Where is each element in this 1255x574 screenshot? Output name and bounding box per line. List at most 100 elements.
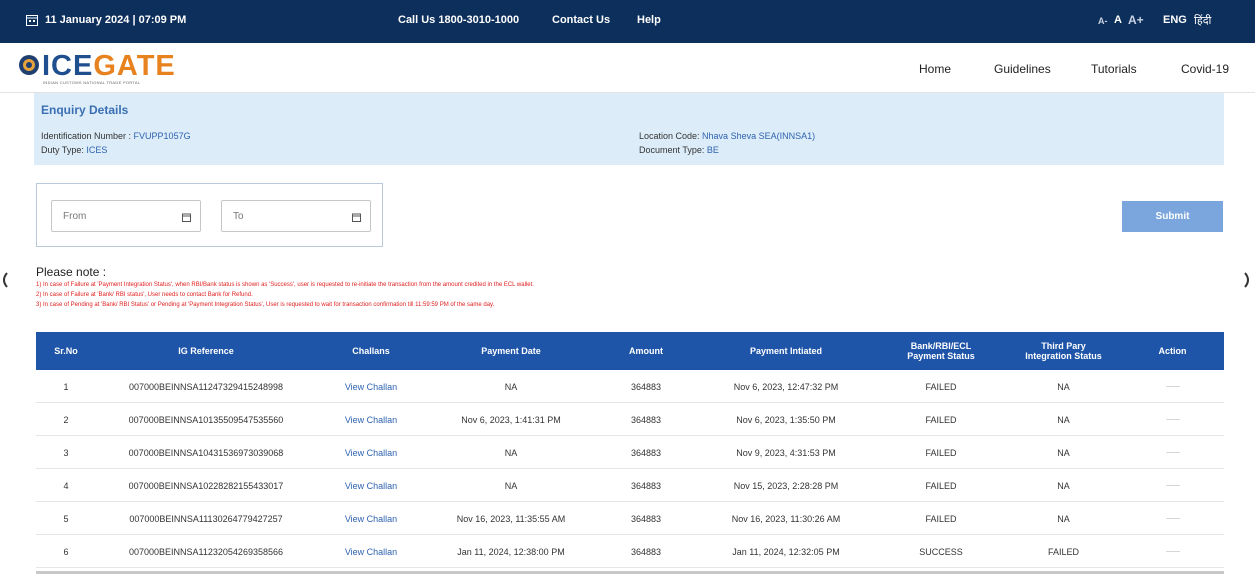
table-row: 3 007000BEINNSA10431536973039068 View Ch… [36,436,1224,469]
view-challan-link[interactable]: View Challan [316,436,426,469]
view-challan-link[interactable]: View Challan [316,535,426,568]
cell-bank-status: SUCCESS [919,546,963,557]
view-challan-link[interactable]: View Challan [316,469,426,502]
cell-amount: 364883 [630,414,662,425]
nav-home[interactable]: Home [919,62,951,76]
identification-number: Identification Number : FVUPP1057G [41,131,191,141]
cell-third-party-status: FAILED [1047,546,1079,557]
table-row: 6 007000BEINNSA11232054269358566 View Ch… [36,535,1224,568]
cell-payment-initiated: Jan 11, 2024, 12:32:05 PM [732,546,840,557]
view-challan-link[interactable]: View Challan [316,502,426,535]
nav-tutorials[interactable]: Tutorials [1091,62,1137,76]
logo-tagline: INDIAN CUSTOMS NATIONAL TRADE PORTAL [43,80,141,85]
submit-button[interactable]: Submit [1122,201,1223,232]
cell-ig-reference: 007000BEINNSA10431536973039068 [128,447,284,458]
cell-payment-initiated: Nov 6, 2023, 12:47:32 PM [733,381,839,392]
cell-amount: 364883 [630,381,662,392]
header-amount: Amount [629,346,663,356]
cell-payment-date: NA [504,480,518,491]
date-time: 11 January 2024 | 07:09 PM [45,14,187,26]
table-header: Sr.No IG Reference Challans Payment Date… [36,332,1224,370]
top-bar: 11 January 2024 | 07:09 PM Call Us 1800-… [0,0,1255,43]
table-row: 2 007000BEINNSA10135509547535560 View Ch… [36,403,1224,436]
calendar-input-icon[interactable] [182,213,191,222]
enquiry-details-panel: Enquiry Details Identification Number : … [34,93,1224,165]
header-bank-status: Bank/RBI/ECL Payment Status [907,341,975,361]
table-row: 1 007000BEINNSA11247329415248998 View Ch… [36,370,1224,403]
contact-us-link[interactable]: Contact Us [552,14,610,26]
header-challans: Challans [352,346,390,356]
cell-action[interactable] [1121,469,1224,502]
nav-guidelines[interactable]: Guidelines [994,62,1051,76]
cell-payment-date: Nov 16, 2023, 11:35:55 AM [456,513,566,524]
cell-third-party-status: NA [1057,447,1070,458]
font-decrease-button[interactable]: A- [1098,16,1108,26]
cell-payment-initiated: Nov 16, 2023, 11:30:26 AM [731,513,841,524]
from-date-input[interactable]: From [51,200,201,232]
cell-bank-status: FAILED [925,447,957,458]
cell-bank-status: FAILED [925,381,957,392]
cell-payment-date: Jan 11, 2024, 12:38:00 PM [457,546,565,557]
cell-action[interactable] [1121,370,1224,403]
cell-ig-reference: 007000BEINNSA10135509547535560 [128,414,284,425]
header-payment-initiated: Payment Intiated [749,346,823,356]
calendar-input-icon[interactable] [352,213,361,222]
logo-wordmark: ICEGATE [42,50,176,82]
cell-payment-date: NA [504,447,518,458]
scroll-left-icon[interactable] [0,272,8,288]
document-type: Document Type: BE [639,145,719,155]
calendar-icon [26,15,38,26]
call-us-link[interactable]: Call Us 1800-3010-1000 [398,14,519,26]
cell-third-party-status: NA [1057,414,1070,425]
nav-covid-19[interactable]: Covid-19 [1181,62,1229,76]
header-action: Action [1158,346,1187,356]
note-line: 3) In case of Pending at 'Bank/ RBI Stat… [36,302,495,308]
main-navbar: ICEGATE INDIAN CUSTOMS NATIONAL TRADE PO… [0,43,1255,93]
table-row: 5 007000BEINNSA11130264779427257 View Ch… [36,502,1224,535]
scroll-right-icon[interactable] [1243,272,1253,288]
cell-ig-reference: 007000BEINNSA10228282155433017 [128,480,284,491]
view-challan-link[interactable]: View Challan [316,403,426,436]
view-challan-link[interactable]: View Challan [316,370,426,403]
cell-action[interactable] [1121,502,1224,535]
date-filter-box: From To [36,183,383,247]
header-ig-reference: IG Reference [178,346,234,356]
header-payment-date: Payment Date [481,346,541,356]
cell-ig-reference: 007000BEINNSA11130264779427257 [129,513,283,524]
cell-bank-status: FAILED [925,480,957,491]
enquiry-title: Enquiry Details [41,103,129,117]
cell-action[interactable] [1121,436,1224,469]
cell-payment-date: Nov 6, 2023, 1:41:31 PM [461,414,561,425]
language-english-button[interactable]: ENG [1163,14,1187,26]
icegate-logo[interactable]: ICEGATE INDIAN CUSTOMS NATIONAL TRADE PO… [18,49,175,87]
cell-action[interactable] [1121,535,1224,568]
to-date-input[interactable]: To [221,200,371,232]
emblem-icon [19,55,39,75]
cell-srno: 1 [63,381,69,392]
cell-srno: 5 [63,513,69,524]
cell-srno: 6 [63,546,69,557]
cell-payment-initiated: Nov 6, 2023, 1:35:50 PM [736,414,836,425]
table-row: 4 007000BEINNSA10228282155433017 View Ch… [36,469,1224,502]
cell-bank-status: FAILED [925,414,957,425]
cell-amount: 364883 [630,480,662,491]
cell-srno: 2 [63,414,69,425]
language-hindi-button[interactable]: हिंदी [1194,13,1211,28]
cell-srno: 3 [63,447,69,458]
please-note-title: Please note : [36,265,107,279]
cell-ig-reference: 007000BEINNSA11247329415248998 [129,381,283,392]
cell-payment-initiated: Nov 15, 2023, 2:28:28 PM [733,480,839,491]
note-line: 2) In case of Failure at 'Bank/ RBI stat… [36,292,253,298]
help-link[interactable]: Help [637,14,661,26]
cell-third-party-status: NA [1057,513,1070,524]
cell-amount: 364883 [630,513,662,524]
cell-action[interactable] [1121,403,1224,436]
cell-third-party-status: NA [1057,480,1070,491]
cell-amount: 364883 [630,546,662,557]
cell-third-party-status: NA [1057,381,1070,392]
cell-ig-reference: 007000BEINNSA11232054269358566 [129,546,283,557]
note-line: 1) In case of Failure at 'Payment Integr… [36,282,534,288]
font-normal-button[interactable]: A [1114,14,1122,26]
font-increase-button[interactable]: A+ [1128,13,1144,27]
cell-payment-date: NA [504,381,518,392]
